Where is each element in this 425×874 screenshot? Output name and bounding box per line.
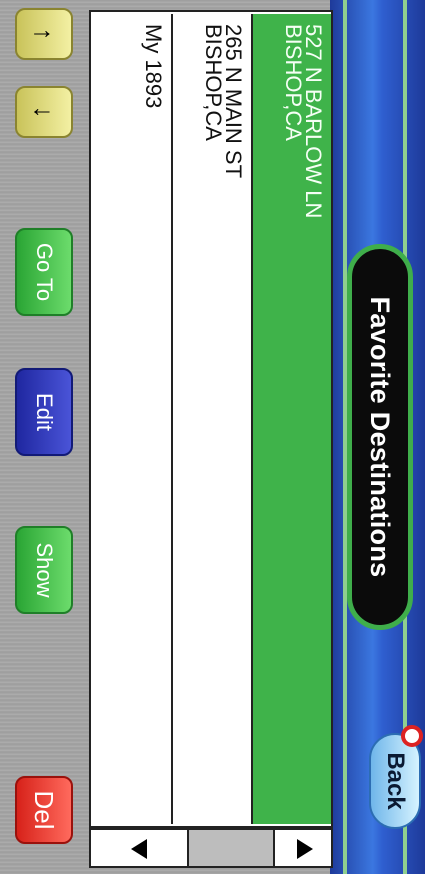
scroll-up-button[interactable] (273, 828, 333, 868)
header-bar: Favorite Destinations Back (330, 0, 425, 874)
edit-button[interactable]: Edit (15, 368, 73, 456)
triangle-down-icon (131, 839, 147, 859)
arrow-down-icon: ↓ (29, 105, 60, 119)
delete-button[interactable]: Del (15, 776, 73, 844)
arrow-up-icon: ↑ (29, 27, 60, 41)
scroll-track[interactable] (189, 828, 273, 868)
page-title-text: Favorite Destinations (365, 296, 396, 578)
address-line-2: BISHOP,CA (281, 24, 306, 141)
show-button[interactable]: Show (15, 526, 73, 614)
goto-button-label: Go To (32, 242, 57, 302)
list-scrollbar[interactable] (89, 828, 333, 868)
goto-button[interactable]: Go To (15, 228, 73, 316)
address-line-1: 265 N MAIN ST (221, 24, 246, 179)
move-up-button[interactable]: ↑ (15, 8, 73, 60)
list-item[interactable]: My 1893 (91, 14, 171, 824)
triangle-up-icon (297, 839, 313, 859)
rotated-view: Favorite Destinations Back 527 N BARLOW … (0, 0, 425, 874)
screen: Favorite Destinations Back 527 N BARLOW … (0, 0, 425, 874)
back-ring-icon (401, 725, 423, 747)
back-button[interactable]: Back (369, 725, 423, 829)
delete-button-label: Del (29, 790, 60, 830)
page-title: Favorite Destinations (347, 244, 413, 630)
scroll-down-button[interactable] (89, 828, 189, 868)
list-item[interactable]: 265 N MAIN ST BISHOP,CA (171, 14, 251, 824)
edit-button-label: Edit (32, 393, 57, 431)
favorites-list: 527 N BARLOW LN BISHOP,CA 265 N MAIN ST … (89, 10, 333, 828)
show-button-label: Show (32, 542, 57, 598)
back-button-label: Back (382, 752, 409, 810)
move-down-button[interactable]: ↓ (15, 86, 73, 138)
list-item[interactable]: 527 N BARLOW LN BISHOP,CA (251, 14, 331, 824)
address-line-1: My 1893 (141, 24, 166, 109)
address-line-2: BISHOP,CA (201, 24, 226, 141)
address-line-1: 527 N BARLOW LN (301, 24, 326, 219)
